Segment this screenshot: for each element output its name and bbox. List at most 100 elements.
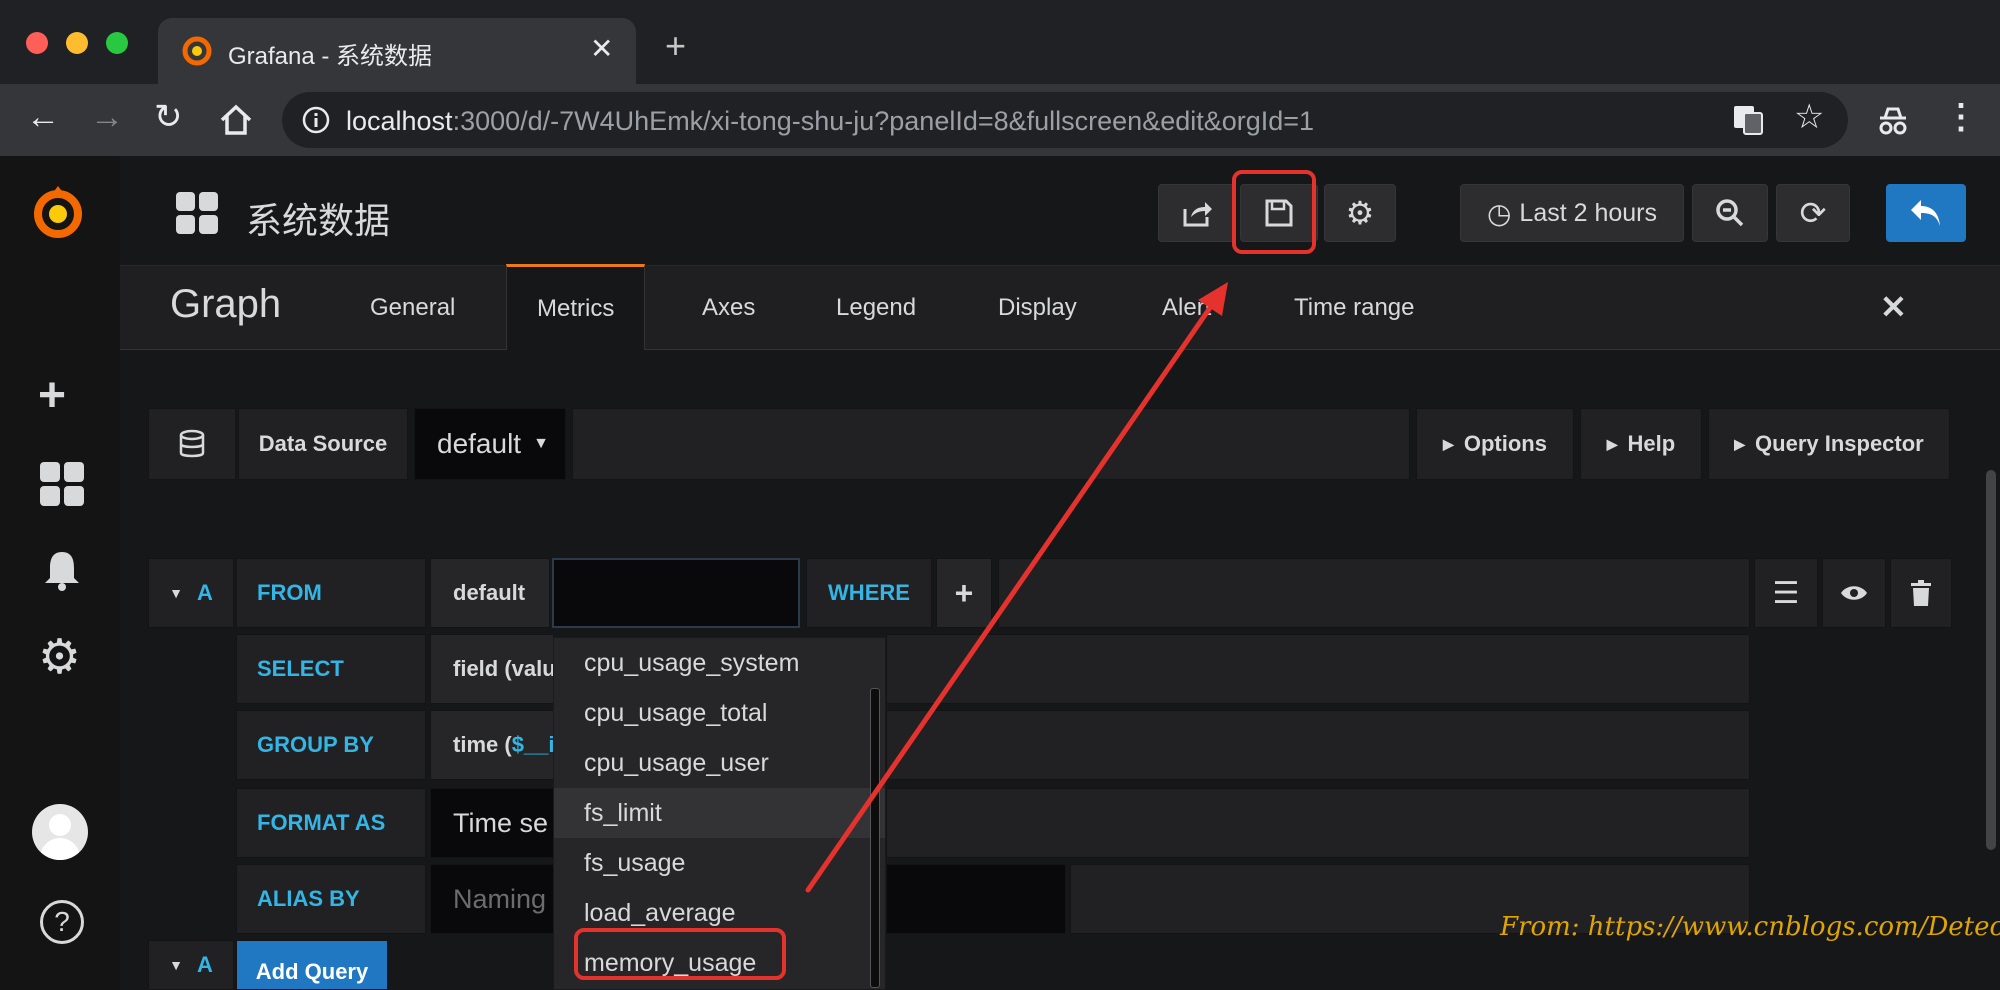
- zoom-out-icon: [1716, 199, 1744, 227]
- query-ref-id: A: [196, 580, 213, 605]
- options-button[interactable]: ▶ Options: [1416, 408, 1574, 480]
- panel-type-title: Graph: [170, 282, 282, 326]
- dropdown-option[interactable]: fs_usage: [554, 838, 885, 888]
- alias-input-tail[interactable]: [886, 864, 1066, 934]
- query-collapse-toggle[interactable]: ▼ A: [148, 558, 234, 628]
- translate-icon[interactable]: [1732, 104, 1764, 136]
- tab-close-icon[interactable]: ✕: [590, 32, 613, 65]
- format-as-keyword: FORMAT AS: [236, 788, 426, 858]
- datasource-label: Data Source: [238, 408, 408, 480]
- dashboard-grid-icon[interactable]: [176, 192, 218, 234]
- browser-tab[interactable]: Grafana - 系统数据 ✕: [158, 18, 636, 84]
- tab-title: Grafana - 系统数据: [228, 43, 433, 70]
- add-where-button[interactable]: +: [936, 558, 992, 628]
- browser-tab-bar: Grafana - 系统数据 ✕ +: [0, 0, 2000, 84]
- save-highlight-box: [1232, 170, 1316, 254]
- dashboards-icon[interactable]: [40, 462, 84, 506]
- tab-time-range[interactable]: Time range: [1294, 266, 1415, 350]
- memory-usage-highlight-box: [574, 928, 786, 980]
- minimize-window-button[interactable]: [66, 32, 88, 54]
- tab-legend[interactable]: Legend: [836, 266, 916, 350]
- caret-down-icon: ▼: [533, 435, 549, 452]
- tab-metrics[interactable]: Metrics: [506, 264, 646, 350]
- back-to-dashboard-button[interactable]: [1886, 184, 1966, 242]
- address-bar[interactable]: localhost:3000/d/-7W4UhEmk/xi-tong-shu-j…: [282, 92, 1848, 148]
- home-icon[interactable]: [218, 102, 254, 138]
- tab-display[interactable]: Display: [998, 266, 1077, 350]
- delete-query-button[interactable]: [1890, 558, 1952, 628]
- from-retention-policy[interactable]: default: [430, 558, 550, 628]
- new-tab-icon[interactable]: +: [665, 28, 686, 64]
- caret-right-icon: ▶: [1734, 435, 1746, 452]
- dropdown-scrollbar[interactable]: [870, 688, 880, 988]
- groupby-filler: [886, 710, 1750, 780]
- dashboard-settings-button[interactable]: ⚙: [1324, 184, 1396, 242]
- bookmark-star-icon[interactable]: ☆: [1794, 100, 1824, 134]
- groupby-time-part[interactable]: time ($__i: [430, 710, 554, 780]
- options-label: Options: [1463, 431, 1547, 456]
- caret-right-icon: ▶: [1606, 435, 1618, 452]
- browser-toolbar: ← → ↻ localhost:3000/d/-7W4UhEmk/xi-tong…: [0, 84, 2000, 156]
- tab-axes[interactable]: Axes: [702, 266, 755, 350]
- info-icon[interactable]: [302, 106, 330, 134]
- toggle-query-visibility-button[interactable]: [1822, 558, 1886, 628]
- dropdown-option[interactable]: cpu_usage_total: [554, 688, 885, 738]
- watermark: From: https://www.cnblogs.com/Detector/: [1500, 912, 2000, 942]
- select-field-part[interactable]: field (valu: [430, 634, 554, 704]
- configuration-gear-icon[interactable]: ⚙: [38, 634, 81, 682]
- panel-editor-tabs: Graph General Metrics Axes Legend Displa…: [120, 264, 2000, 350]
- dropdown-option-hovered[interactable]: fs_limit: [554, 788, 885, 838]
- time-picker-button[interactable]: ◷ Last 2 hours: [1460, 184, 1684, 242]
- help-icon[interactable]: ?: [40, 900, 84, 944]
- alias-by-keyword: ALIAS BY: [236, 864, 426, 934]
- close-editor-icon[interactable]: ✕: [1880, 288, 1907, 326]
- settings-gear-icon: ⚙: [1345, 195, 1375, 231]
- alias-by-input[interactable]: Naming: [430, 864, 554, 934]
- url-host: localhost: [346, 106, 453, 136]
- add-query-button[interactable]: Add Query: [236, 940, 388, 990]
- zoom-out-button[interactable]: [1692, 184, 1768, 242]
- measurement-input[interactable]: [552, 558, 800, 628]
- dropdown-option[interactable]: cpu_usage_system: [554, 638, 885, 688]
- caret-down-icon: ▼: [169, 957, 183, 973]
- refresh-icon: ⟳: [1799, 195, 1827, 231]
- create-icon[interactable]: +: [38, 372, 66, 420]
- select-filler: [886, 634, 1750, 704]
- add-query-ref: ▼ A: [148, 940, 234, 990]
- format-as-select[interactable]: Time se: [430, 788, 554, 858]
- url-path: :3000/d/-7W4UhEmk/xi-tong-shu-ju?panelId…: [452, 106, 1315, 136]
- datasource-select[interactable]: default ▼: [414, 408, 566, 480]
- datasource-icon-cell: [148, 408, 236, 480]
- dropdown-option[interactable]: cpu_usage_user: [554, 738, 885, 788]
- query-inspector-button[interactable]: ▶ Query Inspector: [1708, 408, 1950, 480]
- query-menu-icon[interactable]: ☰: [1754, 558, 1818, 628]
- close-window-button[interactable]: [26, 32, 48, 54]
- editor-scrollbar[interactable]: [1986, 470, 1996, 850]
- back-icon[interactable]: ←: [26, 100, 60, 134]
- zoom-window-button[interactable]: [106, 32, 128, 54]
- where-keyword: WHERE: [806, 558, 932, 628]
- help-label: Help: [1627, 431, 1676, 456]
- forward-icon[interactable]: →: [90, 100, 124, 134]
- caret-down-icon: ▼: [169, 585, 183, 601]
- clock-icon: ◷: [1486, 197, 1512, 229]
- tab-alert[interactable]: Alert: [1162, 266, 1211, 350]
- user-avatar[interactable]: [32, 804, 88, 860]
- share-icon: [1183, 202, 1212, 227]
- grafana-logo-icon[interactable]: [28, 180, 88, 244]
- eye-icon: [1841, 586, 1867, 600]
- share-button[interactable]: [1158, 184, 1236, 242]
- refresh-button[interactable]: ⟳: [1776, 184, 1850, 242]
- time-range-label: Last 2 hours: [1519, 198, 1658, 227]
- dashboard-title[interactable]: 系统数据: [246, 192, 390, 244]
- database-icon: [179, 429, 205, 458]
- incognito-icon[interactable]: [1876, 104, 1910, 138]
- side-menu: + ⚙ ?: [0, 156, 120, 990]
- dashboard-navbar: 系统数据 ⚙ ◷ Last 2 hours ⟳: [120, 156, 2000, 266]
- help-button[interactable]: ▶ Help: [1580, 408, 1702, 480]
- alerting-bell-icon[interactable]: [42, 548, 82, 592]
- reload-icon[interactable]: ↻: [154, 100, 183, 134]
- tab-general[interactable]: General: [370, 266, 455, 350]
- format-filler: [886, 788, 1750, 858]
- browser-menu-icon[interactable]: ⋮: [1944, 100, 1978, 134]
